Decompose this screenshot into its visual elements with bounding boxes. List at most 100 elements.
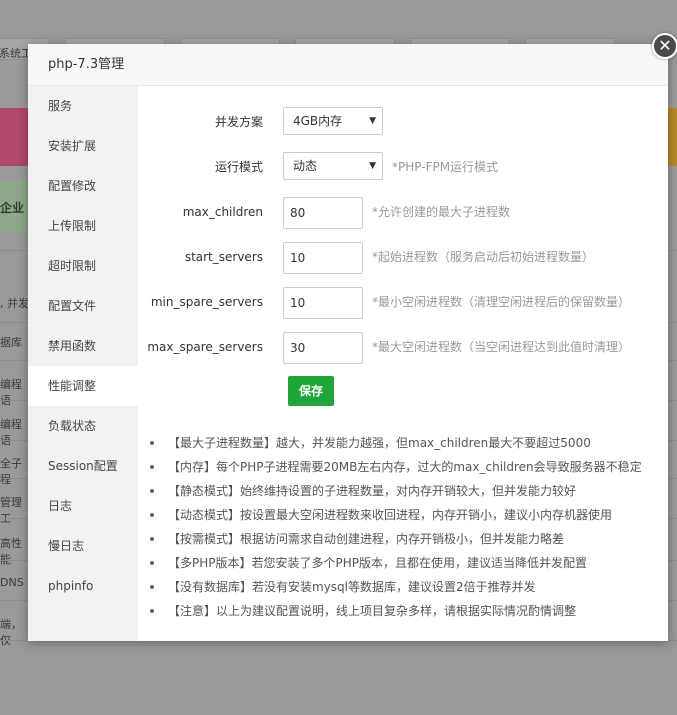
- tip-text: 【静态模式】始终维持设置的子进程数量，对内存开销较大，但并发能力较好: [168, 484, 577, 498]
- max-spare-servers-input[interactable]: 30: [283, 332, 363, 364]
- bullet-icon: [150, 489, 154, 493]
- max-children-label: max_children: [182, 205, 263, 219]
- background-card-orange: [667, 108, 677, 166]
- min-spare-servers-input[interactable]: 10: [283, 287, 363, 319]
- sidebar-item-label: 安装扩展: [48, 139, 97, 153]
- list-item: 【按需模式】根据访问需求自动创建进程，内存开销极小，但并发能力略差: [150, 527, 677, 551]
- sidebar-item-label: 上传限制: [48, 219, 97, 233]
- sidebar-item-label: 日志: [48, 499, 73, 513]
- concurrency-select-value: 4GB内存: [293, 114, 343, 128]
- form-row-concurrency: 并发方案 4GB内存 ▼: [138, 107, 668, 137]
- start-servers-value: 10: [290, 251, 306, 265]
- max-spare-servers-label: max_spare_servers: [147, 340, 263, 354]
- tip-text: 【没有数据库】若没有安装mysql等数据库，建议设置2倍于推荐并发: [168, 580, 536, 594]
- bullet-icon: [150, 465, 154, 469]
- background-row-text: 编程语: [0, 378, 22, 407]
- save-button[interactable]: 保存: [288, 376, 334, 406]
- list-item: 【最大子进程数量】越大，并发能力越强，但max_children最大不要超过50…: [150, 431, 677, 455]
- start-servers-hint: *起始进程数（服务启动后初始进程数量）: [372, 250, 595, 264]
- list-item: 【静态模式】始终维持设置的子进程数量，对内存开销较大，但并发能力较好: [150, 479, 677, 503]
- background-row-text: 编程语: [0, 418, 22, 447]
- mode-select-value: 动态: [293, 159, 318, 173]
- start-servers-label: start_servers: [184, 250, 263, 264]
- bullet-icon: [150, 441, 154, 445]
- start-servers-input[interactable]: 10: [283, 242, 363, 274]
- php-manager-dialog: php-7.3管理 服务 安装扩展 配置修改 上传限制 超时限制 配置文件 禁用…: [28, 44, 668, 641]
- sidebar-item-slow-log[interactable]: 慢日志: [28, 526, 138, 566]
- mode-select[interactable]: 动态 ▼: [283, 152, 383, 180]
- sidebar-item-label: 配置修改: [48, 179, 97, 193]
- dialog-header: php-7.3管理: [28, 44, 668, 86]
- sidebar-item-label: 服务: [48, 99, 73, 113]
- tips-list: 【最大子进程数量】越大，并发能力越强，但max_children最大不要超过50…: [150, 431, 677, 623]
- concurrency-select[interactable]: 4GB内存 ▼: [283, 107, 383, 135]
- max-children-hint: *允许创建的最大子进程数: [372, 205, 511, 219]
- list-item: 【没有数据库】若没有安装mysql等数据库，建议设置2倍于推荐并发: [150, 575, 677, 599]
- background-row-text: 全子程: [0, 457, 22, 486]
- list-item: 【注意】以上为建议配置说明，线上项目复杂多样，请根据实际情况酌情调整: [150, 599, 677, 623]
- bullet-icon: [150, 513, 154, 517]
- list-item: 【动态模式】按设置最大空闲进程数来收回进程，内存开销小，建议小内存机器使用: [150, 503, 677, 527]
- background-row-text: 据库: [0, 336, 22, 349]
- mode-hint: *PHP-FPM运行模式: [392, 160, 499, 174]
- sidebar-item-label: Session配置: [48, 459, 118, 473]
- sidebar-item-disabled-functions[interactable]: 禁用函数: [28, 326, 138, 366]
- mode-label: 运行模式: [214, 160, 263, 174]
- max-spare-servers-value: 30: [290, 341, 306, 355]
- sidebar-item-config-edit[interactable]: 配置修改: [28, 166, 138, 206]
- sidebar-item-service[interactable]: 服务: [28, 86, 138, 126]
- caret-down-icon: ▼: [369, 116, 376, 126]
- sidebar-item-log[interactable]: 日志: [28, 486, 138, 526]
- bullet-icon: [150, 585, 154, 589]
- max-children-value: 80: [290, 206, 306, 220]
- min-spare-servers-hint: *最小空闲进程数（清理空闲进程后的保留数量）: [372, 295, 631, 309]
- sidebar-item-label: 超时限制: [48, 259, 97, 273]
- sidebar-item-label: 性能调整: [48, 379, 97, 393]
- sidebar-item-session[interactable]: Session配置: [28, 446, 138, 486]
- sidebar-item-load-status[interactable]: 负载状态: [28, 406, 138, 446]
- form-row-max-spare-servers: max_spare_servers 30 *最大空闲进程数（当空闲进程达到此值时…: [138, 332, 668, 364]
- sidebar-item-label: phpinfo: [48, 579, 94, 593]
- sidebar-item-label: 负载状态: [48, 419, 97, 433]
- list-item: 【多PHP版本】若您安装了多个PHP版本，且都在使用，建议适当降低并发配置: [150, 551, 677, 575]
- tip-text: 【注意】以上为建议配置说明，线上项目复杂多样，请根据实际情况酌情调整: [168, 604, 577, 618]
- sidebar-item-timeout-limit[interactable]: 超时限制: [28, 246, 138, 286]
- min-spare-servers-label: min_spare_servers: [150, 295, 263, 309]
- dialog-title: php-7.3管理: [48, 57, 125, 72]
- sidebar-item-label: 配置文件: [48, 299, 97, 313]
- form-row-min-spare-servers: min_spare_servers 10 *最小空闲进程数（清理空闲进程后的保留…: [138, 287, 668, 319]
- close-icon: ✕: [658, 36, 672, 55]
- form-row-max-children: max_children 80 *允许创建的最大子进程数: [138, 197, 668, 229]
- background-row-text: , 并发: [0, 297, 29, 310]
- sidebar: 服务 安装扩展 配置修改 上传限制 超时限制 配置文件 禁用函数 性能调整 负载…: [28, 86, 138, 641]
- bullet-icon: [150, 537, 154, 541]
- concurrency-label: 并发方案: [214, 115, 263, 129]
- form-row-mode: 运行模式 动态 ▼ *PHP-FPM运行模式: [138, 152, 668, 182]
- sidebar-item-install-extensions[interactable]: 安装扩展: [28, 126, 138, 166]
- close-button[interactable]: ✕: [652, 33, 677, 59]
- form-row-start-servers: start_servers 10 *起始进程数（服务启动后初始进程数量）: [138, 242, 668, 274]
- max-children-input[interactable]: 80: [283, 197, 363, 229]
- background-row-text: 端，仅: [0, 618, 22, 647]
- sidebar-item-label: 慢日志: [48, 539, 85, 553]
- tip-text: 【按需模式】根据访问需求自动创建进程，内存开销极小，但并发能力略差: [168, 532, 565, 546]
- background-card-pink: [0, 108, 30, 166]
- background-row-text: 管理工: [0, 496, 22, 525]
- sidebar-item-upload-limit[interactable]: 上传限制: [28, 206, 138, 246]
- tip-text: 【多PHP版本】若您安装了多个PHP版本，且都在使用，建议适当降低并发配置: [168, 556, 587, 570]
- background-green-text: 企业: [0, 201, 25, 215]
- sidebar-item-performance[interactable]: 性能调整: [28, 366, 138, 406]
- tip-text: 【最大子进程数量】越大，并发能力越强，但max_children最大不要超过50…: [168, 436, 591, 450]
- caret-down-icon: ▼: [369, 161, 376, 171]
- list-item: 【内存】每个PHP子进程需要20MB左右内存，过大的max_children会导…: [150, 455, 677, 479]
- min-spare-servers-value: 10: [290, 296, 306, 310]
- sidebar-item-config-file[interactable]: 配置文件: [28, 286, 138, 326]
- bullet-icon: [150, 609, 154, 613]
- sidebar-item-phpinfo[interactable]: phpinfo: [28, 566, 138, 606]
- sidebar-item-label: 禁用函数: [48, 339, 97, 353]
- background-row-text: DNS: [0, 576, 24, 589]
- tip-text: 【内存】每个PHP子进程需要20MB左右内存，过大的max_children会导…: [168, 460, 642, 474]
- max-spare-servers-hint: *最大空闲进程数（当空闲进程达到此值时清理）: [372, 340, 631, 354]
- tip-text: 【动态模式】按设置最大空闲进程数来收回进程，内存开销小，建议小内存机器使用: [168, 508, 613, 522]
- background-row-text: 高性能: [0, 537, 22, 566]
